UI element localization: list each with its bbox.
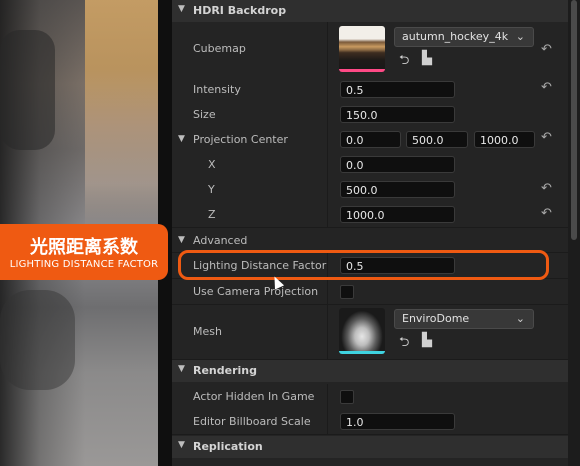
mesh-thumbnail[interactable] [339, 308, 385, 354]
collapse-triangle-icon[interactable]: ▼ [178, 364, 185, 374]
caption-title-cn: 光照距离系数 [30, 237, 138, 258]
property-label: Cubemap [193, 42, 246, 55]
property-label: Actor Hidden In Game [193, 390, 315, 403]
folder-search-icon[interactable]: ▙ [422, 51, 432, 66]
asset-type-stripe [339, 69, 385, 72]
reset-arrow-icon[interactable]: ↶ [541, 206, 552, 221]
caption-title-en: LIGHTING DISTANCE FACTOR [9, 259, 159, 270]
column-separator [327, 305, 328, 359]
reset-arrow-icon[interactable]: ↶ [541, 80, 552, 95]
column-separator [327, 22, 328, 77]
reset-arrow-icon[interactable]: ↶ [541, 181, 552, 196]
property-row-use-camera-projection: Use Camera Projection [172, 279, 568, 305]
column-separator [327, 279, 328, 304]
mesh-value: EnviroDome [402, 312, 470, 325]
caption-overlay: 光照距离系数 LIGHTING DISTANCE FACTOR [0, 224, 168, 280]
property-label: Editor Billboard Scale [193, 415, 311, 428]
column-separator [327, 127, 328, 152]
viewport-warm-light [85, 0, 158, 230]
projection-center-z-input[interactable]: 1000.0 [474, 131, 535, 148]
cubemap-asset-dropdown[interactable]: autumn_hockey_4k ⌄ [394, 27, 534, 47]
column-separator [327, 202, 328, 227]
property-label: Size [193, 108, 216, 121]
intensity-input[interactable]: 0.5 [340, 81, 455, 98]
section-hdri-backdrop[interactable]: ▼ HDRI Backdrop [172, 0, 568, 22]
reset-arrow-icon[interactable]: ↶ [541, 42, 552, 57]
property-label: Projection Center [193, 133, 288, 146]
column-separator [327, 409, 328, 434]
section-title: Rendering [193, 364, 257, 377]
highlight-outline [178, 250, 549, 280]
column-separator [327, 152, 328, 177]
section-replication[interactable]: ▼ Replication [172, 436, 568, 458]
projection-center-y-input[interactable]: 500.0 [406, 131, 468, 148]
property-label: Z [208, 208, 216, 221]
property-label: Y [208, 183, 215, 196]
column-separator [327, 177, 328, 202]
details-scrollbar[interactable] [568, 0, 580, 466]
column-separator [327, 384, 328, 409]
property-label: X [208, 158, 216, 171]
collapse-triangle-icon[interactable]: ▼ [178, 134, 185, 144]
property-row-actor-hidden-in-game: Actor Hidden In Game [172, 384, 568, 410]
chevron-down-icon: ⌄ [515, 312, 525, 325]
folder-search-icon[interactable]: ▙ [422, 333, 432, 348]
use-selected-asset-icon[interactable]: ⮌ [399, 333, 409, 355]
z-input[interactable]: 1000.0 [340, 206, 455, 223]
use-selected-asset-icon[interactable]: ⮌ [399, 51, 409, 73]
actor-hidden-in-game-checkbox[interactable] [340, 390, 354, 404]
property-label: Intensity [193, 83, 241, 96]
size-input[interactable]: 150.0 [340, 106, 455, 123]
section-title: Advanced [193, 234, 248, 247]
projection-center-x-input[interactable]: 0.0 [340, 131, 401, 148]
scrollbar-thumb[interactable] [571, 0, 577, 240]
property-label: Use Camera Projection [193, 285, 319, 298]
section-title: Replication [193, 440, 263, 453]
column-separator [327, 102, 328, 127]
editor-billboard-scale-input[interactable]: 1.0 [340, 413, 455, 430]
collapse-triangle-icon[interactable]: ▼ [178, 235, 185, 245]
section-title: HDRI Backdrop [193, 4, 287, 17]
x-input[interactable]: 0.0 [340, 156, 455, 173]
viewport-dark-shape [0, 290, 75, 390]
use-camera-projection-checkbox[interactable] [340, 285, 354, 299]
cubemap-thumbnail[interactable] [339, 26, 385, 72]
y-input[interactable]: 500.0 [340, 181, 455, 198]
section-rendering[interactable]: ▼ Rendering [172, 360, 568, 382]
collapse-triangle-icon[interactable]: ▼ [178, 440, 185, 450]
collapse-triangle-icon[interactable]: ▼ [178, 4, 185, 14]
property-label: Mesh [193, 325, 222, 338]
asset-type-stripe [339, 351, 385, 354]
viewport-dark-shape [0, 30, 55, 150]
chevron-down-icon: ⌄ [515, 30, 525, 43]
mesh-asset-dropdown[interactable]: EnviroDome ⌄ [394, 309, 534, 329]
column-separator [327, 77, 328, 102]
cubemap-value: autumn_hockey_4k [402, 30, 509, 43]
reset-arrow-icon[interactable]: ↶ [541, 130, 552, 145]
